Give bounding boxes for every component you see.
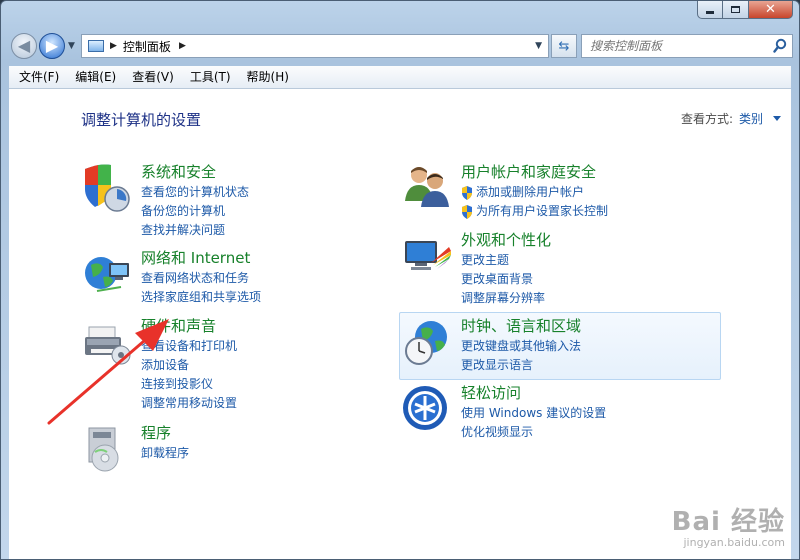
link-change-background[interactable]: 更改桌面背景 <box>461 270 545 289</box>
link-change-theme[interactable]: 更改主题 <box>461 251 545 270</box>
menu-file[interactable]: 文件(F) <box>9 66 67 88</box>
menu-bar: 文件(F) 编辑(E) 查看(V) 工具(T) 帮助(H) <box>9 66 791 89</box>
breadcrumb-separator-icon[interactable]: ▶ <box>110 41 117 51</box>
category-title[interactable]: 硬件和声音 <box>141 315 216 336</box>
close-button[interactable]: ✕ <box>749 1 793 19</box>
link-view-computer-status[interactable]: 查看您的计算机状态 <box>141 183 249 202</box>
link-connect-projector[interactable]: 连接到投影仪 <box>141 375 237 394</box>
category-title[interactable]: 用户帐户和家庭安全 <box>461 161 596 182</box>
category-title[interactable]: 轻松访问 <box>461 382 521 403</box>
link-label: 为所有用户设置家长控制 <box>476 204 609 218</box>
forward-arrow-icon: ▶ <box>45 36 59 55</box>
history-dropdown-icon[interactable]: ▼ <box>68 41 75 51</box>
link-mobility-settings[interactable]: 调整常用移动设置 <box>141 394 237 413</box>
link-homegroup-sharing[interactable]: 选择家庭组和共享选项 <box>141 288 261 307</box>
network-globe-icon[interactable] <box>81 247 135 301</box>
search-icon[interactable] <box>773 38 787 54</box>
control-panel-window: ✕ ◀ ▶ ▼ ▶ 控制面板 ▶ ▼ ⇆ 文件(F) 编辑(E) 查看(V) 工… <box>0 0 800 560</box>
menu-view[interactable]: 查看(V) <box>124 66 182 88</box>
minimize-button[interactable] <box>697 1 723 19</box>
category-title[interactable]: 系统和安全 <box>141 161 216 182</box>
link-parental-controls[interactable]: 为所有用户设置家长控制 <box>461 202 608 221</box>
ease-of-access-icon[interactable] <box>401 382 455 436</box>
navigation-bar: ◀ ▶ ▼ ▶ 控制面板 ▶ ▼ ⇆ <box>9 31 793 61</box>
breadcrumb-separator-icon[interactable]: ▶ <box>179 41 186 51</box>
users-icon[interactable] <box>401 161 455 215</box>
close-icon: ✕ <box>765 2 776 17</box>
link-windows-recommended-settings[interactable]: 使用 Windows 建议的设置 <box>461 404 606 423</box>
link-optimize-video-display[interactable]: 优化视频显示 <box>461 423 606 442</box>
view-by: 查看方式: 类别 <box>681 110 781 127</box>
shield-icon[interactable] <box>81 161 135 215</box>
category-title[interactable]: 时钟、语言和区域 <box>461 315 581 336</box>
menu-edit[interactable]: 编辑(E) <box>67 66 124 88</box>
forward-button[interactable]: ▶ <box>39 33 65 59</box>
link-screen-resolution[interactable]: 调整屏幕分辨率 <box>461 289 545 308</box>
view-by-label: 查看方式: <box>680 112 733 126</box>
maximize-button[interactable] <box>723 1 749 19</box>
control-panel-icon <box>88 40 104 52</box>
uac-shield-icon <box>462 204 472 219</box>
menu-help[interactable]: 帮助(H) <box>239 66 297 88</box>
link-network-status[interactable]: 查看网络状态和任务 <box>141 269 261 288</box>
programs-icon[interactable] <box>81 422 135 476</box>
page-title: 调整计算机的设置 <box>81 111 202 129</box>
back-button[interactable]: ◀ <box>11 33 37 59</box>
refresh-icon: ⇆ <box>558 38 570 54</box>
back-arrow-icon: ◀ <box>17 36 31 55</box>
link-backup-computer[interactable]: 备份您的计算机 <box>141 202 249 221</box>
address-bar[interactable]: ▶ 控制面板 ▶ ▼ <box>81 34 549 58</box>
clock-globe-icon[interactable] <box>401 315 455 369</box>
link-change-keyboard[interactable]: 更改键盘或其他输入法 <box>461 337 581 356</box>
category-title[interactable]: 网络和 Internet <box>141 247 250 268</box>
search-box[interactable] <box>581 34 793 58</box>
window-caption-buttons: ✕ <box>697 1 793 19</box>
category-title[interactable]: 程序 <box>141 422 171 443</box>
watermark-main: Bai 经验 <box>671 507 785 537</box>
link-add-remove-accounts[interactable]: 添加或删除用户帐户 <box>461 183 608 202</box>
link-devices-printers[interactable]: 查看设备和打印机 <box>141 337 237 356</box>
view-by-caret-icon[interactable] <box>773 116 781 121</box>
maximize-icon <box>731 6 740 13</box>
link-add-device[interactable]: 添加设备 <box>141 356 237 375</box>
category-title[interactable]: 外观和个性化 <box>461 229 551 250</box>
minimize-icon <box>706 10 714 14</box>
search-input[interactable] <box>588 38 772 54</box>
watermark-sub: jingyan.baidu.com <box>683 536 785 549</box>
link-uninstall-program[interactable]: 卸载程序 <box>141 444 189 463</box>
link-find-fix-problems[interactable]: 查找并解决问题 <box>141 221 249 240</box>
menu-tools[interactable]: 工具(T) <box>182 66 239 88</box>
breadcrumb-control-panel[interactable]: 控制面板 <box>123 38 171 55</box>
uac-shield-icon <box>462 185 472 200</box>
view-by-dropdown[interactable]: 类别 <box>739 110 763 127</box>
address-dropdown-icon[interactable]: ▼ <box>535 41 542 51</box>
refresh-button[interactable]: ⇆ <box>551 34 577 58</box>
content-pane: 调整计算机的设置 查看方式: 类别 系统和安全 查看您的计算机状态 备份您的计算… <box>9 89 791 559</box>
printer-icon[interactable] <box>81 315 135 369</box>
appearance-icon[interactable] <box>401 229 455 283</box>
link-label: 添加或删除用户帐户 <box>476 185 585 199</box>
watermark: Bai 经验 jingyan.baidu.com <box>672 501 785 549</box>
link-change-display-language[interactable]: 更改显示语言 <box>461 356 581 375</box>
